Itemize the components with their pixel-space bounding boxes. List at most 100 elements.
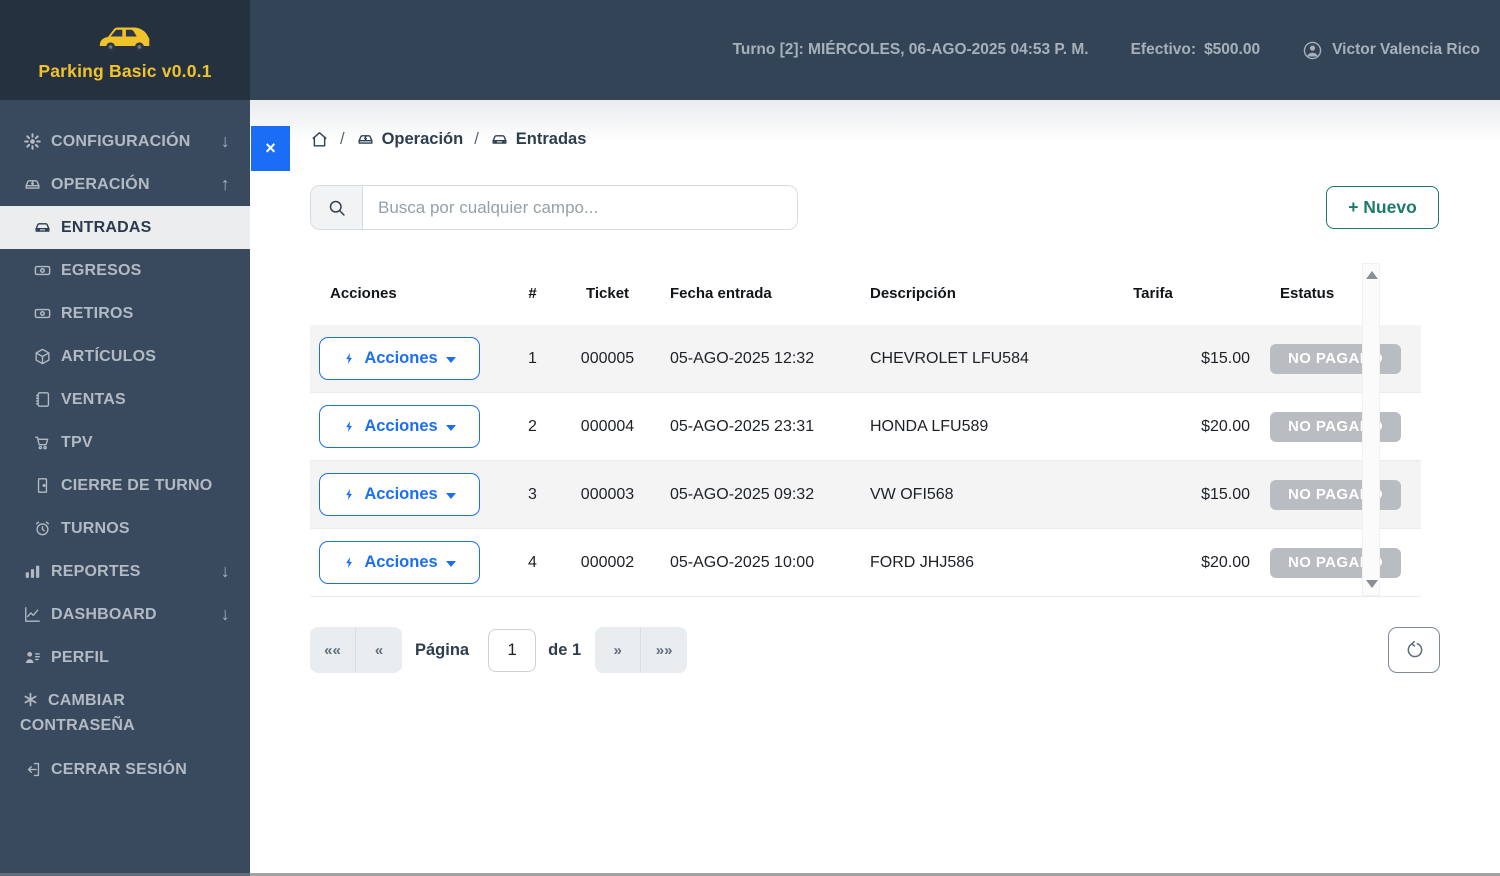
app-logo: Parking Basic v0.0.1 [0,0,250,100]
scroll-up-icon[interactable] [1366,271,1378,279]
sidebar-item-label: EGRESOS [61,261,142,279]
column-header: Acciones [330,285,397,302]
banknote-icon [32,304,52,324]
sidebar-item-label: CERRAR SESIÓN [51,760,187,778]
refresh-button[interactable] [1388,627,1440,673]
table-row: Acciones 3 000003 05-AGO-2025 09:32 VW O… [310,461,1421,529]
sidebar-item-operacion[interactable]: OPERACIÓN ↑ [0,163,250,206]
column-header: Fecha entrada [670,285,772,302]
search-icon [311,186,363,229]
last-page-button[interactable]: »» [641,627,687,673]
cart-icon [32,433,52,453]
sidebar-item-ventas[interactable]: VENTAS [0,378,250,421]
car-logo-icon [99,26,150,51]
entries-table: Acciones # Ticket Fecha entrada Descripc… [310,262,1421,597]
alarm-clock-icon [32,519,52,539]
row-actions-button[interactable]: Acciones [319,541,480,584]
car-icon [32,218,52,238]
lightning-icon [346,557,353,568]
scroll-down-icon[interactable] [1366,580,1378,588]
sidebar-item-tpv[interactable]: TPV [0,421,250,464]
breadcrumb-entradas[interactable]: Entradas [490,130,586,149]
entry-date: 05-AGO-2025 23:31 [670,417,815,435]
breadcrumb-operacion[interactable]: Operación [356,130,463,149]
caret-down-icon [445,492,456,499]
caret-down-icon [445,356,456,363]
sidebar-item-configuracion[interactable]: CONFIGURACIÓN ↓ [0,120,250,163]
user-menu[interactable]: Victor Valencia Rico [1302,40,1480,61]
description: VW OFI568 [870,485,954,503]
line-chart-icon [22,605,42,625]
user-circle-icon [1303,41,1322,59]
journal-icon [32,390,52,410]
description: CHEVROLET LFU584 [870,349,1029,367]
ticket-number: 000005 [580,349,635,367]
bar-chart-icon [22,562,42,582]
chevron-up-icon: ↑ [220,174,230,194]
sidebar-item-entradas[interactable]: ENTRADAS [0,206,250,249]
logout-icon [22,760,42,780]
sidebar-close-button[interactable]: × [251,126,290,171]
sidebar-item-label: TURNOS [61,519,130,537]
car-icon [358,135,373,144]
row-number: 4 [528,553,537,571]
sidebar-item-label: RETIROS [61,304,134,322]
ticket-number: 000004 [580,417,635,435]
rate: $15.00 [1201,349,1250,367]
rate: $20.00 [1201,417,1250,435]
sidebar-item-label: TPV [61,433,93,451]
breadcrumb-home[interactable] [310,130,329,149]
column-header: Estatus [1280,285,1335,302]
sidebar-item-label: OPERACIÓN [51,175,150,193]
row-actions-button[interactable]: Acciones [319,405,480,448]
car-icon [492,135,507,144]
app-window: Parking Basic v0.0.1 CONFIGURACIÓN ↓ OPE… [0,0,1500,876]
entry-date: 05-AGO-2025 10:00 [670,553,815,571]
rate: $15.00 [1201,485,1250,503]
page-label: Página [415,640,470,659]
cube-icon [32,347,52,367]
sidebar-item-label: CIERRE DE TURNO [61,476,213,494]
prev-page-button[interactable]: « [356,627,402,673]
sidebar-item-articulos[interactable]: ARTÍCULOS [0,335,250,378]
ticket-number: 000002 [580,553,635,571]
sidebar-item-cerrar-sesion[interactable]: CERRAR SESIÓN [0,748,250,791]
search-input[interactable] [363,186,797,229]
sidebar-item-turnos[interactable]: TURNOS [0,507,250,550]
table-row: Acciones 4 000002 05-AGO-2025 10:00 FORD… [310,529,1421,597]
sidebar-item-cambiar-contrasena[interactable]: CAMBIAR CONTRASEÑA [0,679,250,748]
asterisk-icon [20,690,40,710]
refresh-icon [1407,640,1422,657]
gear-icon [22,132,42,152]
search-box [310,185,798,230]
breadcrumb: / Operación / Entradas [310,130,586,149]
first-page-button[interactable]: «« [310,627,356,673]
row-actions-button[interactable]: Acciones [319,473,480,516]
sidebar-item-retiros[interactable]: RETIROS [0,292,250,335]
sidebar-item-perfil[interactable]: PERFIL [0,636,250,679]
sidebar-item-reportes[interactable]: REPORTES ↓ [0,550,250,593]
table-scrollbar[interactable] [1362,263,1380,596]
sidebar-item-label: ARTÍCULOS [61,347,157,365]
home-icon [312,132,327,147]
lightning-icon [346,353,353,364]
app-title: Parking Basic v0.0.1 [38,60,212,81]
description: HONDA LFU589 [870,417,989,435]
page-number-input[interactable] [488,628,537,672]
status-badge: NO PAGADO [1270,411,1401,442]
row-actions-button[interactable]: Acciones [319,337,480,380]
sidebar-item-label: CONFIGURACIÓN [51,132,191,150]
table-row: Acciones 1 000005 05-AGO-2025 12:32 CHEV… [310,325,1421,393]
sidebar-item-egresos[interactable]: EGRESOS [0,249,250,292]
entry-date: 05-AGO-2025 12:32 [670,349,815,367]
pagination: «« « Página de 1 » »» [310,627,688,673]
shift-info: Turno [2]: MIÉRCOLES, 06-AGO-2025 04:53 … [732,41,1089,58]
new-entry-button[interactable]: + Nuevo [1326,186,1439,229]
sidebar-item-dashboard[interactable]: DASHBOARD ↓ [0,593,250,636]
chevron-down-icon: ↓ [220,604,230,624]
car-icon [22,175,42,195]
next-page-button[interactable]: » [595,627,642,673]
caret-down-icon [445,424,456,431]
door-icon [32,476,52,496]
sidebar-item-cierre-de-turno[interactable]: CIERRE DE TURNO [0,464,250,507]
